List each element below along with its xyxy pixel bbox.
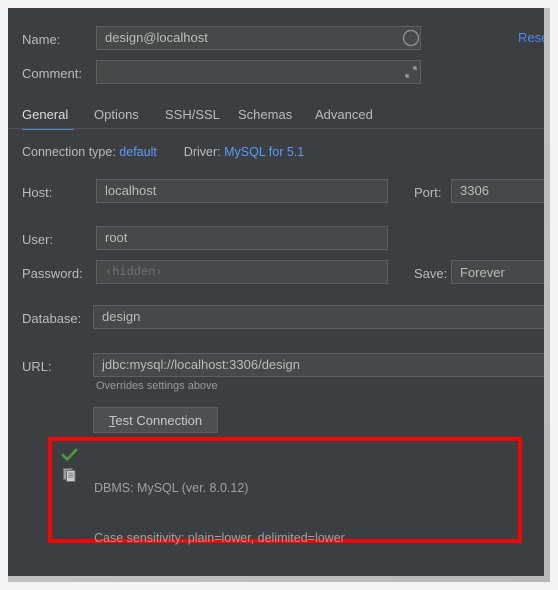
test-connection-label: est Connection [115, 413, 203, 428]
port-input[interactable]: 3306 [451, 179, 544, 203]
tab-separator [8, 128, 544, 129]
password-input[interactable]: ‹hidden› [96, 260, 388, 284]
result-line-case-sensitivity: Case sensitivity: plain=lower, delimited… [94, 530, 345, 545]
driver-value[interactable]: MySQL for 5.1 [224, 145, 304, 159]
copy-icon[interactable] [62, 467, 78, 483]
host-input[interactable]: localhost [96, 179, 388, 203]
driver-label: Driver: [183, 145, 221, 159]
name-input[interactable]: design@localhost [96, 26, 421, 50]
circle-icon[interactable] [400, 27, 422, 49]
data-source-properties-dialog: Name: design@localhost Reset Comment: Ge… [8, 8, 544, 576]
comment-label: Comment: [22, 66, 82, 81]
save-dropdown[interactable]: Forever [451, 260, 544, 284]
connection-type-label: Connection type: [22, 145, 116, 159]
connection-test-result-panel: DBMS: MySQL (ver. 8.0.12) Case sensitivi… [48, 437, 522, 545]
port-label: Port: [414, 185, 442, 200]
url-input[interactable]: jdbc:mysql://localhost:3306/design [93, 353, 544, 377]
tab-general[interactable]: General [22, 102, 74, 128]
save-dropdown-value: Forever [460, 265, 505, 280]
screenshot-root: Name: design@localhost Reset Comment: Ge… [0, 0, 558, 590]
tab-schemas[interactable]: Schemas [238, 102, 293, 128]
save-label: Save: [414, 266, 448, 281]
tab-ssh-ssl[interactable]: SSH/SSL [165, 102, 220, 128]
connection-type-value[interactable]: default [119, 145, 157, 159]
test-connection-button[interactable]: Test Connection [93, 407, 218, 433]
host-label: Host: [22, 185, 53, 200]
tab-bar[interactable]: General Options SSH/SSL Schemas Advanced [8, 102, 544, 130]
database-input[interactable]: design [93, 305, 544, 329]
reset-link[interactable]: Reset [518, 30, 544, 45]
connection-meta-row: Connection type: default Driver: MySQL f… [22, 144, 304, 160]
result-line-dbms: DBMS: MySQL (ver. 8.0.12) [94, 481, 249, 495]
comment-input[interactable] [96, 60, 421, 84]
url-hint: Overrides settings above [96, 380, 218, 392]
tab-options[interactable]: Options [94, 102, 144, 128]
connection-test-result-text: DBMS: MySQL (ver. 8.0.12) Case sensitivi… [94, 447, 509, 576]
password-label: Password: [22, 266, 83, 281]
green-check-icon [61, 447, 79, 463]
user-label: User: [22, 232, 54, 247]
name-label: Name: [22, 32, 61, 47]
url-label: URL: [22, 359, 52, 374]
database-label: Database: [22, 311, 82, 326]
user-input[interactable]: root [96, 226, 388, 250]
expand-diagonal-icon[interactable] [400, 61, 422, 83]
connection-test-result-body: DBMS: MySQL (ver. 8.0.12) Case sensitivi… [52, 441, 518, 545]
tab-advanced[interactable]: Advanced [315, 102, 380, 128]
